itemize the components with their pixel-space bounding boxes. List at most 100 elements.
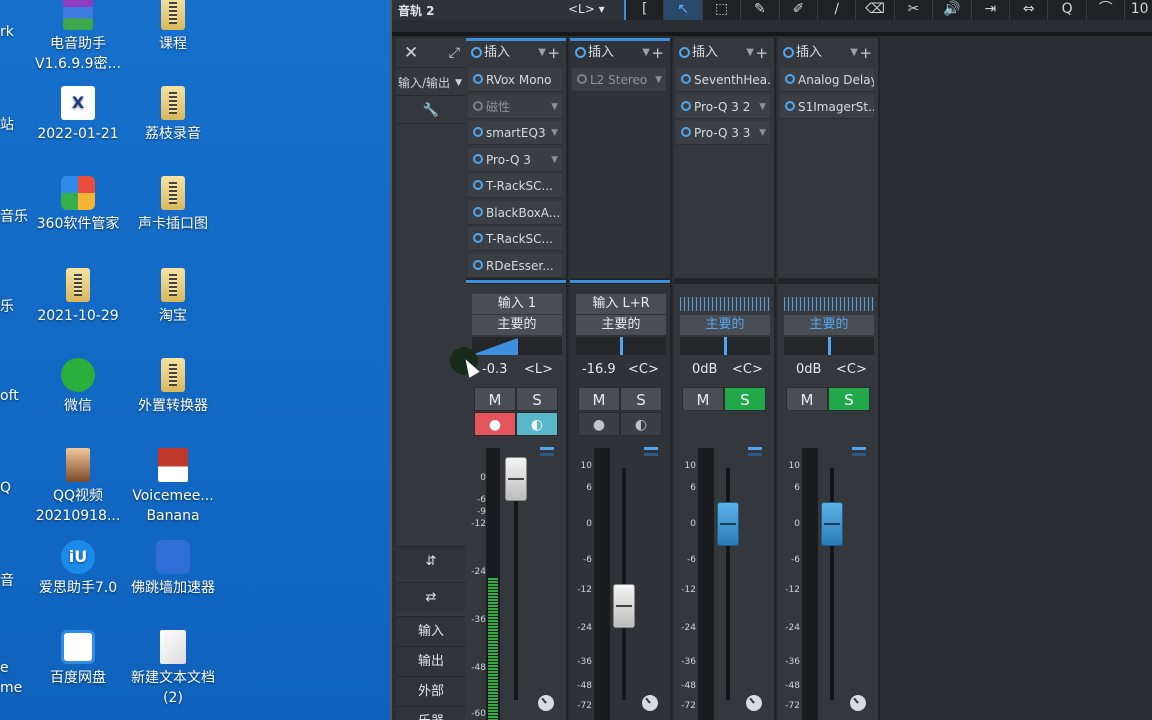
db-scale-label: 0 xyxy=(794,519,800,529)
insert-label: 插入 xyxy=(484,45,511,60)
desktop-icon[interactable]: 佛跳墙加速器 xyxy=(121,540,225,598)
mixer-left-panel: ✕ ⤢ 输入/输出 ▼ 🔧 ⇵ ⇄ 输入 输出 外部 乐器 xyxy=(396,38,466,720)
desktop-icon[interactable]: 外置转换器 xyxy=(121,358,225,416)
automation-indicator[interactable] xyxy=(748,447,762,450)
chevron-down-icon[interactable]: ▼ xyxy=(538,42,546,64)
desktop-icon[interactable]: QQ视频 20210918... xyxy=(26,448,130,526)
add-insert-icon[interactable]: + xyxy=(859,42,872,64)
input-button[interactable]: 输入 xyxy=(396,616,466,646)
automation-indicator xyxy=(644,453,658,456)
plugin-name: S1ImagerSt... xyxy=(798,99,874,114)
mixer-top-bar: 音轨 2 <L> ▾ [↖ ⬚ ✎ ✐ ∕ ⌫ ✂ 🔊 ⇥ ⇔ Q ⌒ 10 xyxy=(392,0,1152,20)
db-scale-label: -36 xyxy=(681,657,696,667)
instrument-button[interactable]: 乐器 xyxy=(396,706,466,720)
pan-display-value: <L> xyxy=(568,2,595,16)
close-icon[interactable]: ✕ xyxy=(404,38,418,68)
tool-button[interactable]: ✐ xyxy=(780,0,819,20)
solo-button[interactable]: S xyxy=(620,387,662,411)
desktop-icon[interactable]: 百度网盘 xyxy=(26,630,130,688)
tool-button[interactable]: 🔊 xyxy=(933,0,972,20)
desktop-icon[interactable]: 声卡插口图 xyxy=(121,176,225,234)
automation-indicator[interactable] xyxy=(852,447,866,450)
desktop-icon[interactable]: 淘宝 xyxy=(121,268,225,326)
tool-button[interactable]: ⌫ xyxy=(856,0,895,20)
desktop-icon[interactable]: Voicemee... Banana xyxy=(121,448,225,526)
tool-button[interactable]: ⇥ xyxy=(972,0,1011,20)
desktop-icon-label: 声卡插口图 xyxy=(138,216,208,232)
automation-indicator[interactable] xyxy=(540,447,554,450)
monitor-button[interactable]: ◐ xyxy=(620,412,662,436)
chevron-down-icon[interactable]: ▼ xyxy=(642,42,650,64)
desktop-icon-label: 佛跳墙加速器 xyxy=(131,580,215,596)
expand-icon[interactable]: ⤢ xyxy=(449,38,460,68)
chevron-down-icon[interactable]: ▼ xyxy=(746,42,754,64)
db-scale: 10 6 0 -6 -12 -24 -36 -48 -72 xyxy=(778,38,800,718)
level-meter xyxy=(802,448,818,720)
automation-indicator[interactable] xyxy=(644,447,658,450)
desktop-icon-label-partial: Q xyxy=(0,480,12,496)
io-dropdown[interactable]: 输入/输出 ▼ xyxy=(396,70,466,96)
pan-value[interactable]: <C> xyxy=(628,362,659,377)
voicemeeter-icon xyxy=(158,448,188,482)
collapse-vertical-icon[interactable]: ⇵ xyxy=(396,546,466,576)
solo-button[interactable]: S xyxy=(724,387,766,411)
desktop-icon[interactable]: 2021-10-29 xyxy=(26,268,130,326)
manager-icon xyxy=(61,176,95,210)
pan-value[interactable]: <C> xyxy=(836,362,867,377)
plugin-name: 磁性 xyxy=(486,99,511,114)
tool-button[interactable]: [ xyxy=(626,0,665,20)
solo-button[interactable]: S xyxy=(828,387,870,411)
desktop-icon[interactable]: 荔枝录音 xyxy=(121,86,225,144)
desktop-icon[interactable]: 电音助手 V1.6.9.9密... xyxy=(26,0,130,74)
volume-fader[interactable] xyxy=(821,502,843,546)
trim-knob-icon[interactable] xyxy=(538,695,554,711)
chevron-down-icon: ▼ xyxy=(551,154,558,165)
meter-level-fill xyxy=(488,577,498,720)
tool-button[interactable]: ⇔ xyxy=(1010,0,1049,20)
chevron-down-icon[interactable]: ▼ xyxy=(850,42,858,64)
desktop-icon[interactable]: iU 爱思助手7.0 xyxy=(26,540,130,598)
db-scale-label: -72 xyxy=(785,701,800,711)
solo-button[interactable]: S xyxy=(516,387,558,411)
tool-button[interactable]: ↖ xyxy=(664,0,703,20)
automation-indicator xyxy=(852,453,866,456)
volume-fader[interactable] xyxy=(613,583,635,628)
desktop-icon-label-partial: me xyxy=(0,680,23,696)
pan-display-dropdown[interactable]: <L> ▾ xyxy=(568,2,605,16)
trim-knob-icon[interactable] xyxy=(850,695,866,711)
pan-value[interactable]: <C> xyxy=(732,362,763,377)
tool-button[interactable]: ✂ xyxy=(895,0,934,20)
desktop-icon[interactable]: 课程 xyxy=(121,0,225,54)
add-insert-icon[interactable]: + xyxy=(651,42,664,64)
pan-value[interactable]: <L> xyxy=(524,362,553,377)
tool-button[interactable]: ⬚ xyxy=(703,0,742,20)
db-scale-label: -48 xyxy=(471,663,486,673)
desktop-icon[interactable]: 微信 xyxy=(26,358,130,416)
output-button[interactable]: 输出 xyxy=(396,646,466,676)
desktop-icon-label-partial: e xyxy=(0,660,9,676)
plugin-name: Pro-Q 3 2 xyxy=(694,99,751,114)
tool-button[interactable]: ⌒ xyxy=(1087,0,1126,20)
monitor-button[interactable]: ◐ xyxy=(516,412,558,436)
add-insert-icon[interactable]: + xyxy=(547,42,560,64)
tool-button[interactable]: ∕ xyxy=(818,0,857,20)
collapse-horizontal-icon[interactable]: ⇄ xyxy=(396,582,466,612)
add-insert-icon[interactable]: + xyxy=(755,42,768,64)
trim-knob-icon[interactable] xyxy=(642,695,658,711)
tool-button[interactable]: ✎ xyxy=(741,0,780,20)
desktop-icon[interactable]: X 2022-01-21 xyxy=(26,86,130,144)
wrench-icon[interactable]: 🔧 xyxy=(396,98,466,124)
text-doc-icon xyxy=(160,630,186,664)
tool-button[interactable]: 10 xyxy=(1125,0,1152,20)
volume-fader[interactable] xyxy=(505,457,527,502)
level-meter xyxy=(594,448,610,720)
volume-fader[interactable] xyxy=(717,502,739,546)
external-button[interactable]: 外部 xyxy=(396,676,466,706)
tool-button[interactable]: Q xyxy=(1048,0,1087,20)
trim-knob-icon[interactable] xyxy=(746,695,762,711)
desktop-icon[interactable]: 新建文本文档 (2) xyxy=(121,630,225,708)
chevron-down-icon: ▼ xyxy=(455,78,462,88)
desktop-icon-label: 荔枝录音 xyxy=(145,126,201,142)
desktop-icon[interactable]: 360软件管家 xyxy=(26,176,130,234)
db-scale-label: -24 xyxy=(681,623,696,633)
